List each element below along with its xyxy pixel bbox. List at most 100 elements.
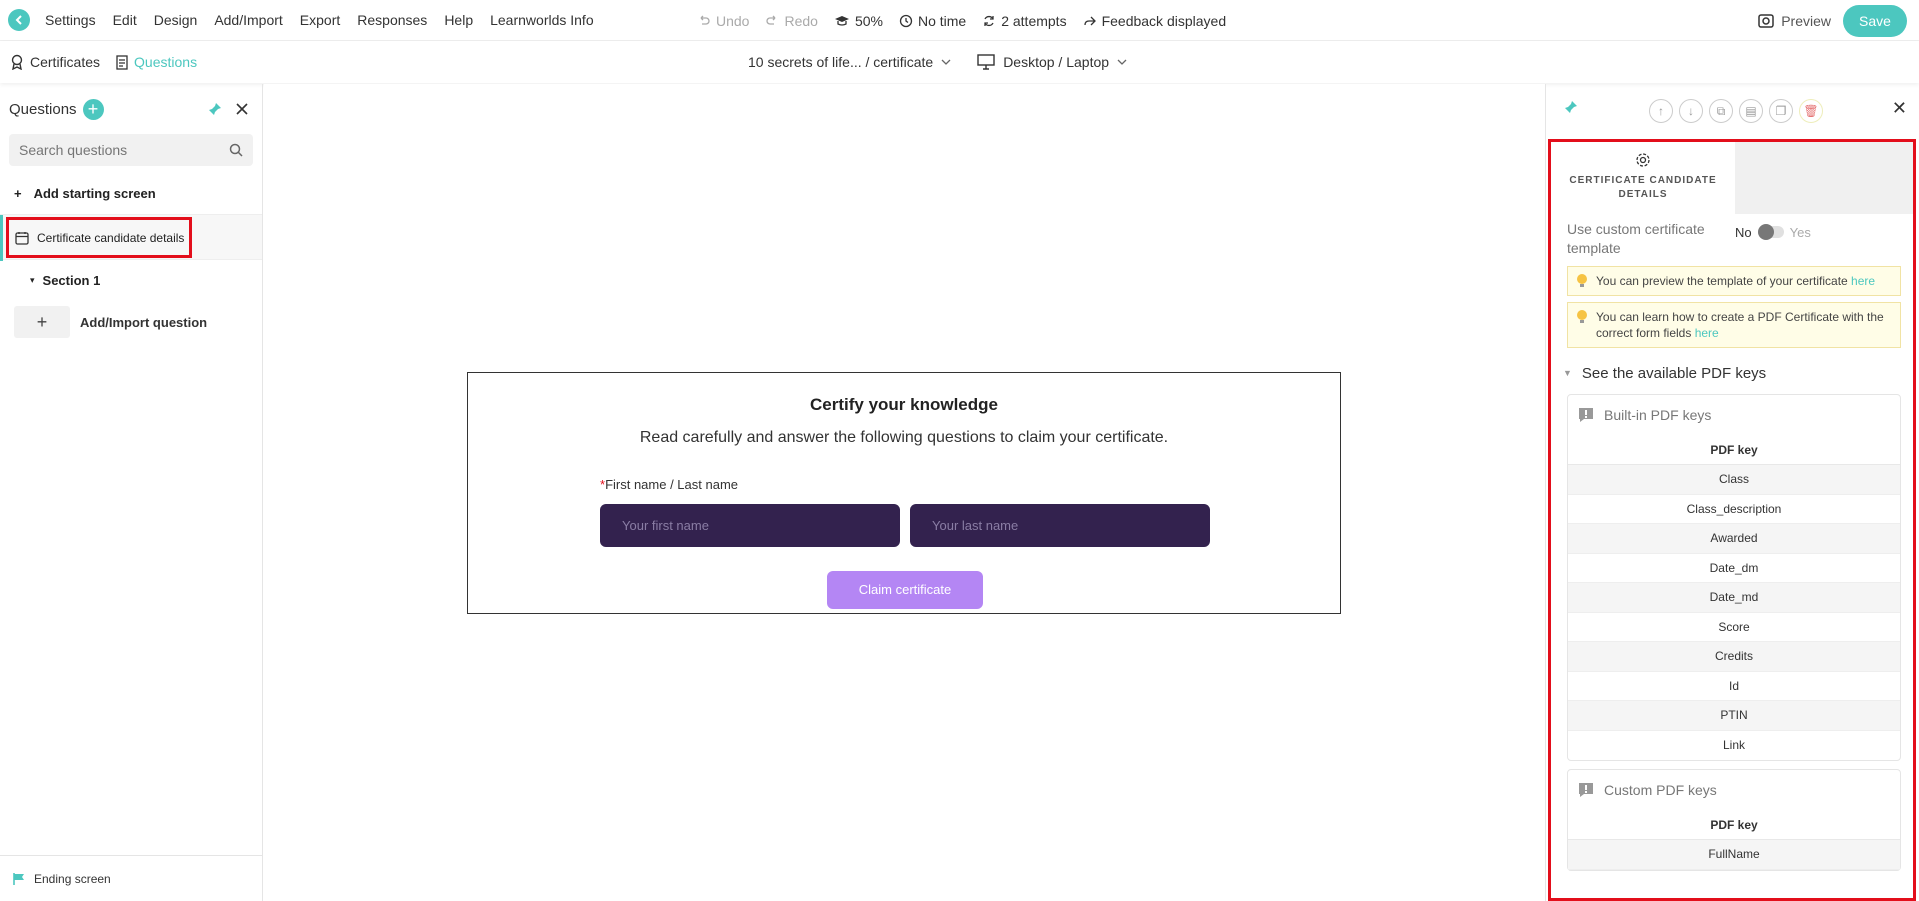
add-starting-screen[interactable]: + Add starting screen bbox=[0, 172, 262, 214]
move-up-button[interactable]: ↑ bbox=[1649, 99, 1673, 123]
table-row: Class_description bbox=[1568, 495, 1900, 524]
claim-certificate-button[interactable]: Claim certificate bbox=[827, 571, 983, 609]
pdf-keys-toggle-label: See the available PDF keys bbox=[1581, 364, 1767, 382]
active-indicator bbox=[0, 215, 3, 261]
questions-panel-title: Questions bbox=[9, 100, 77, 118]
redo-button[interactable]: Redo bbox=[765, 12, 818, 29]
menu-learnworlds-info[interactable]: Learnworlds Info bbox=[490, 12, 594, 28]
toggle-switch[interactable] bbox=[1757, 224, 1784, 240]
first-name-input[interactable]: Your first name bbox=[600, 504, 900, 547]
document-icon bbox=[116, 54, 128, 70]
questions-panel: Questions + + Add starting screen Certif… bbox=[0, 84, 263, 901]
tab-certificates[interactable]: Certificates bbox=[10, 54, 100, 70]
tab-questions[interactable]: Questions bbox=[116, 54, 197, 70]
pin-icon[interactable] bbox=[208, 102, 222, 116]
tab-candidate-details[interactable]: CERTIFICATE CANDIDATE DETAILS bbox=[1551, 142, 1735, 214]
arrow-up-icon: ↑ bbox=[1658, 104, 1664, 118]
undo-label: Undo bbox=[716, 12, 750, 29]
section-label: Section 1 bbox=[42, 272, 101, 288]
menu-help[interactable]: Help bbox=[444, 12, 473, 28]
pdf-guide-tip: You can learn how to create a PDF Certif… bbox=[1567, 302, 1901, 348]
editor-canvas: Certify your knowledge Read carefully an… bbox=[264, 84, 1545, 901]
delete-button[interactable]: 🗑 bbox=[1799, 99, 1823, 123]
custom-template-row: Use custom certificate template No Yes bbox=[1551, 214, 1913, 260]
menu-add-import[interactable]: Add/Import bbox=[214, 12, 282, 28]
menu-responses[interactable]: Responses bbox=[357, 12, 427, 28]
passing-score-button[interactable]: 50% bbox=[834, 13, 883, 29]
tab-candidate-details-label: CERTIFICATE CANDIDATE DETAILS bbox=[1569, 175, 1717, 200]
device-dropdown[interactable]: Desktop / Laptop bbox=[977, 54, 1127, 70]
custom-keys-box: Custom PDF keys PDF key FullName bbox=[1567, 769, 1901, 871]
candidate-details-item[interactable]: Certificate candidate details bbox=[0, 214, 262, 261]
close-icon[interactable] bbox=[236, 103, 248, 115]
custom-template-label: Use custom certificate template bbox=[1567, 221, 1705, 256]
card-description: Read carefully and answer the following … bbox=[639, 429, 1169, 446]
pin-icon[interactable] bbox=[1564, 100, 1578, 114]
time-limit: No time bbox=[917, 12, 967, 29]
arrow-down-icon: ↓ bbox=[1688, 104, 1694, 118]
attempts-button[interactable]: 2 attempts bbox=[982, 12, 1067, 29]
section-item[interactable]: ▾ Section 1 bbox=[0, 260, 262, 300]
menu-design[interactable]: Design bbox=[154, 12, 198, 28]
preview-icon bbox=[1758, 13, 1774, 28]
redo-icon bbox=[766, 15, 776, 25]
tip2-text: You can learn how to create a PDF Certif… bbox=[1596, 310, 1884, 340]
ending-screen-item[interactable]: Ending screen bbox=[0, 855, 262, 901]
undo-button[interactable]: Undo bbox=[697, 13, 749, 29]
tab-certificates-label: Certificates bbox=[30, 54, 101, 70]
right-tools: Preview Save bbox=[1757, 0, 1907, 41]
custom-keys-header: Custom PDF keys bbox=[1568, 770, 1900, 810]
monitor-icon bbox=[977, 54, 995, 70]
menu-export[interactable]: Export bbox=[300, 12, 340, 28]
ending-screen-label: Ending screen bbox=[34, 871, 111, 886]
custom-template-toggle[interactable]: No Yes bbox=[1735, 222, 1811, 242]
save-button[interactable]: Save bbox=[1843, 4, 1907, 37]
table-row: Date_md bbox=[1568, 583, 1900, 613]
add-starting-screen-label: Add starting screen bbox=[33, 185, 156, 201]
builtin-keys-box: Built-in PDF keys PDF key Class Class_de… bbox=[1567, 394, 1901, 761]
add-question-icon[interactable]: + bbox=[82, 98, 104, 120]
gear-icon bbox=[1636, 153, 1650, 167]
time-limit-button[interactable]: No time bbox=[899, 13, 966, 29]
move-down-button[interactable]: ↓ bbox=[1679, 99, 1703, 123]
copy-button[interactable]: ⧉ bbox=[1709, 99, 1733, 123]
certificate-form-card[interactable]: Certify your knowledge Read carefully an… bbox=[467, 372, 1341, 614]
tip1-here-link[interactable]: here bbox=[1851, 274, 1875, 288]
share-arrow-icon bbox=[1083, 16, 1096, 25]
clock-icon bbox=[899, 14, 913, 27]
feedback-status: Feedback displayed bbox=[1101, 12, 1227, 29]
custom-keys-title: Custom PDF keys bbox=[1604, 782, 1717, 798]
feedback-button[interactable]: Feedback displayed bbox=[1083, 12, 1227, 29]
chevron-down-icon bbox=[941, 59, 951, 65]
undo-icon bbox=[700, 15, 710, 25]
tab-empty bbox=[1735, 142, 1913, 214]
questions-panel-header: Questions + bbox=[0, 84, 262, 134]
search-input[interactable] bbox=[19, 142, 229, 158]
refresh-icon bbox=[984, 15, 994, 26]
properties-tabs: CERTIFICATE CANDIDATE DETAILS bbox=[1551, 142, 1913, 214]
tip2-here-link[interactable]: here bbox=[1695, 326, 1719, 340]
device-label: Desktop / Laptop bbox=[1003, 54, 1110, 70]
attempts: 2 attempts bbox=[1001, 12, 1067, 29]
course-path-dropdown[interactable]: 10 secrets of life... / certificate bbox=[748, 54, 951, 70]
alert-icon bbox=[1579, 783, 1593, 797]
menu-settings[interactable]: Settings bbox=[45, 12, 96, 28]
close-icon[interactable]: ✕ bbox=[1892, 98, 1907, 119]
clipboard-icon: ▤ bbox=[1745, 104, 1757, 118]
flag-icon bbox=[13, 872, 24, 885]
paste-button[interactable]: ▤ bbox=[1739, 99, 1763, 123]
passing-score: 50% bbox=[854, 12, 883, 29]
table-row: Awarded bbox=[1568, 524, 1900, 554]
duplicate-button[interactable]: ❐ bbox=[1769, 99, 1793, 123]
redo-label: Redo bbox=[784, 12, 818, 29]
pdf-keys-toggle[interactable]: ▼ See the available PDF keys bbox=[1551, 362, 1913, 384]
tip1-text: You can preview the template of your cer… bbox=[1596, 274, 1848, 288]
name-field-label: *First name / Last name bbox=[600, 477, 738, 492]
back-button[interactable] bbox=[8, 9, 30, 31]
candidate-details-highlight: Certificate candidate details bbox=[6, 217, 192, 258]
sub-toolbar: Certificates Questions 10 secrets of lif… bbox=[0, 41, 1919, 83]
add-import-question-button[interactable]: + Add/Import question bbox=[0, 300, 262, 344]
menu-edit[interactable]: Edit bbox=[113, 12, 137, 28]
preview-button[interactable]: Preview bbox=[1757, 13, 1831, 29]
last-name-input[interactable]: Your last name bbox=[910, 504, 1210, 547]
